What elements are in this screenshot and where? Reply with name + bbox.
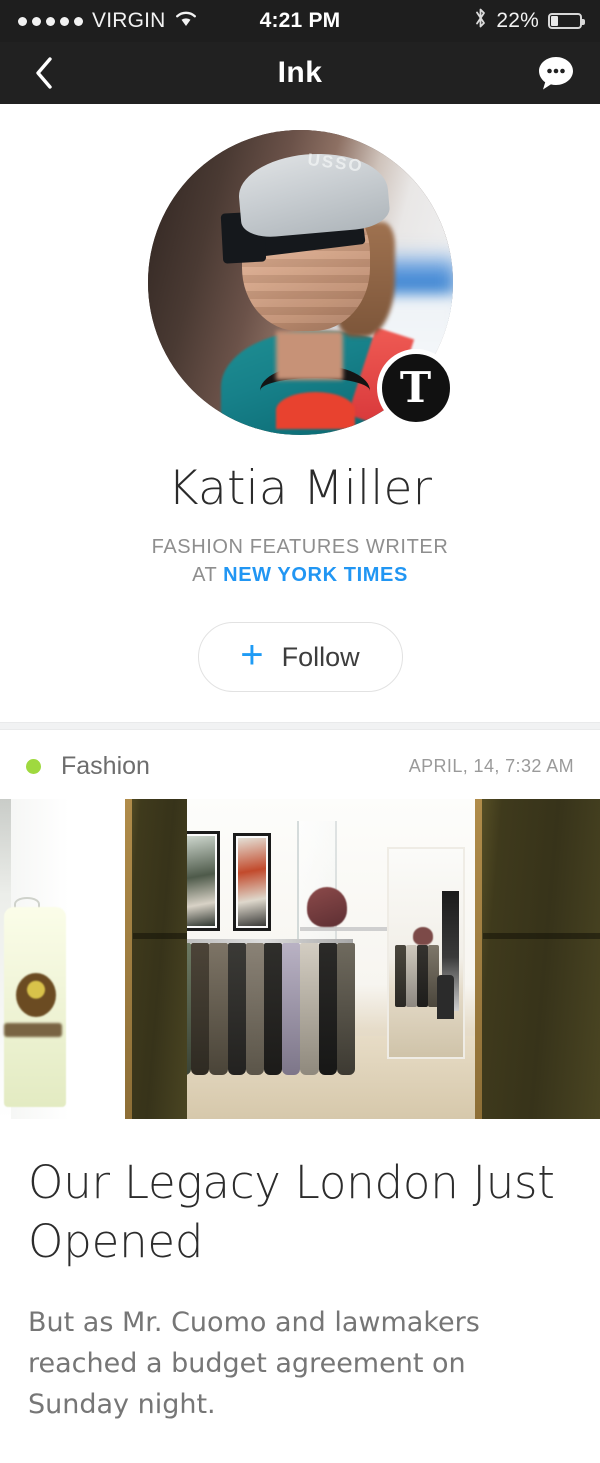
article-date: APRIL, 14, 7:32 AM	[408, 756, 574, 776]
publisher-badge-letter: T	[399, 363, 432, 412]
section-divider	[0, 722, 600, 730]
profile-role: FASHION FEATURES WRITER	[151, 536, 449, 558]
display-shelf	[300, 927, 390, 931]
profile-name: Katia Miller	[167, 461, 433, 516]
display-hat	[307, 887, 347, 927]
article-image-left-panel	[0, 799, 125, 1119]
mirror-hat	[413, 927, 433, 945]
chevron-left-icon	[36, 57, 52, 89]
article-summary: But as Mr. Cuomo and lawmakers reached a…	[28, 1306, 480, 1420]
article-category-group: Fashion	[26, 752, 150, 781]
avatar-container: USSO T	[147, 130, 455, 435]
wooden-door-right	[475, 799, 600, 1119]
clothing-rack	[173, 943, 356, 1075]
follow-button-label: Follow	[281, 641, 360, 672]
status-bar-left: VIRGIN	[18, 9, 197, 33]
battery-icon	[548, 13, 585, 29]
navigation-bar: Ink	[0, 42, 600, 104]
article-meta-row: Fashion APRIL, 14, 7:32 AM	[0, 730, 600, 799]
article-text-block: Our Legacy London Just Opened But as Mr.…	[0, 1119, 600, 1425]
article-image[interactable]	[0, 799, 600, 1119]
status-bar: VIRGIN 4:21 PM 22%	[0, 0, 600, 42]
article-card[interactable]: Fashion APRIL, 14, 7:32 AM Our Legacy Lo…	[0, 730, 600, 1463]
wifi-icon	[175, 9, 197, 33]
bluetooth-icon	[474, 7, 487, 35]
avatar-beanie-text: USSO	[306, 150, 365, 177]
wall-art-2	[233, 833, 271, 931]
mirror-mannequin-stand	[437, 975, 454, 1019]
plus-icon: +	[240, 633, 264, 677]
profile-organization: AT NEW YORK TIMES	[0, 564, 600, 587]
garment-logo	[16, 973, 56, 1017]
carrier-label: VIRGIN	[92, 9, 166, 32]
category-dot-icon	[26, 759, 41, 774]
app-screen: VIRGIN 4:21 PM 22% Ink USSO T Katia Mill…	[0, 0, 600, 1463]
page-title: Ink	[277, 56, 323, 89]
profile-org-name[interactable]: NEW YORK TIMES	[223, 564, 408, 586]
publisher-badge: T	[376, 349, 455, 427]
article-category[interactable]: Fashion	[61, 752, 150, 781]
follow-button[interactable]: + Follow	[197, 622, 403, 692]
article-footer: CONTINUE READING 12 MIN READ	[0, 1425, 600, 1463]
status-bar-right: 22%	[474, 7, 585, 35]
article-headline[interactable]: Our Legacy London Just Opened	[28, 1153, 572, 1272]
back-button[interactable]	[22, 51, 66, 95]
battery-percent-label: 22%	[496, 9, 539, 32]
hanging-garment	[4, 907, 66, 1107]
signal-strength-icon	[18, 16, 83, 26]
chat-bubble-icon	[539, 57, 573, 90]
profile-org-prefix: AT	[192, 564, 224, 586]
avatar-neck	[275, 331, 343, 381]
mirror-reflection	[387, 847, 465, 1059]
messages-button[interactable]	[534, 51, 578, 95]
garment-text	[4, 1023, 62, 1037]
mirror-clothing-rack	[395, 945, 439, 1007]
wooden-door-left	[125, 799, 187, 1119]
profile-section: USSO T Katia Miller FASHION FEATURES WRI…	[0, 104, 600, 722]
